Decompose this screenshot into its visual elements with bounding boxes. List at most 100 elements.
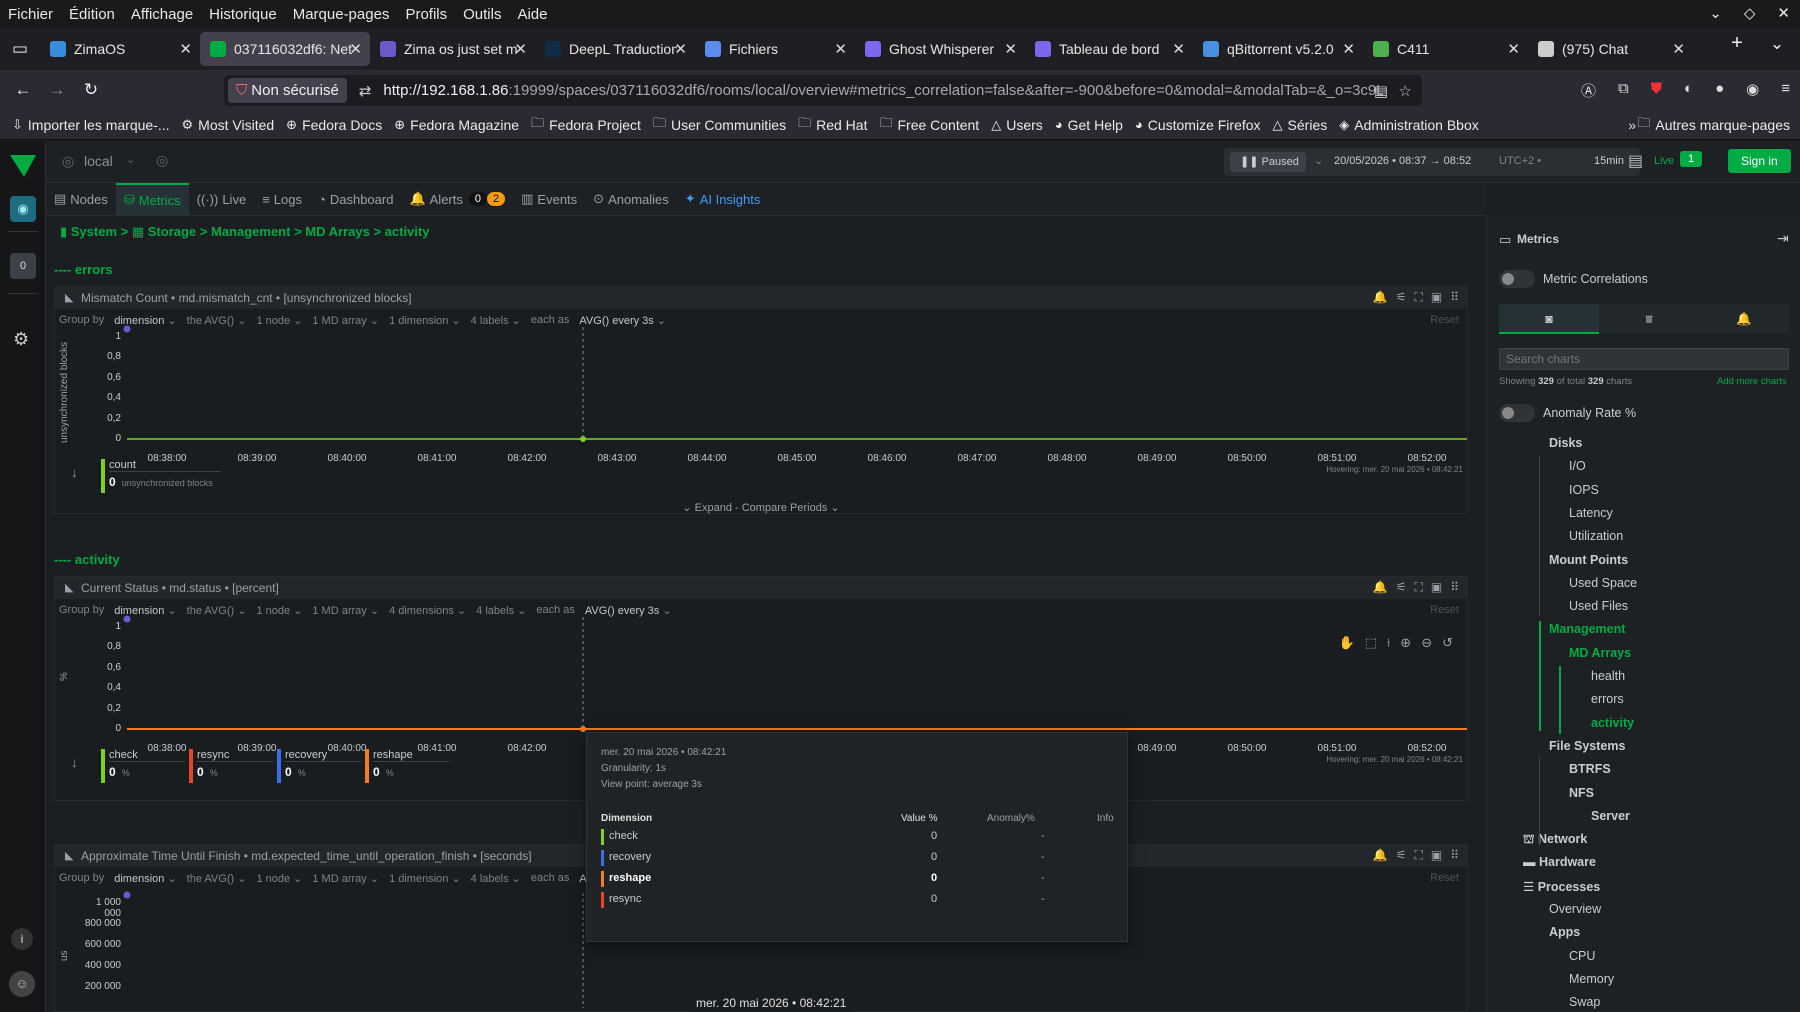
tab-events[interactable]: ▥ Events bbox=[513, 183, 585, 216]
tab-dashboard[interactable]: ◔ Dashboard bbox=[310, 183, 401, 216]
crumb-activity[interactable]: activity bbox=[385, 224, 430, 239]
bookmark-item[interactable]: ◈ Administration Bbox bbox=[1333, 117, 1485, 133]
collapse-panel-icon[interactable]: ⇥ bbox=[1777, 230, 1789, 247]
tab-anomalies[interactable]: ⊙ Anomalies bbox=[585, 183, 677, 216]
tree-item-network[interactable]: ⛫ Network bbox=[1523, 832, 1587, 848]
sort-arrow-icon[interactable]: ↓ bbox=[71, 465, 78, 480]
dimensions-selector[interactable]: 4 dimensions ⌄ bbox=[389, 604, 466, 617]
crumb-management[interactable]: Management bbox=[211, 224, 290, 239]
bookmark-item[interactable]: 🗀 User Communities bbox=[647, 114, 792, 136]
settings-gear-icon[interactable]: ⚙ bbox=[13, 329, 29, 350]
highlight-icon[interactable]: ⟊ bbox=[1387, 635, 1390, 651]
tree-item-processes[interactable]: ☰ Processes bbox=[1523, 879, 1600, 894]
paused-chevron-icon[interactable]: ⌄ bbox=[1314, 154, 1323, 167]
close-tab-icon[interactable]: ✕ bbox=[1172, 40, 1185, 58]
time-aggregation-selector[interactable]: AVG() every 3s ⌄ bbox=[579, 314, 666, 327]
tree-item-management[interactable]: Management bbox=[1549, 622, 1625, 636]
browser-tab[interactable]: qBittorrent v5.2.0 ✕ bbox=[1193, 32, 1363, 66]
close-tab-icon[interactable]: ✕ bbox=[1672, 40, 1685, 58]
pause-button[interactable]: ❚❚ Paused bbox=[1230, 152, 1306, 172]
panel-tab-charts[interactable]: ◙ bbox=[1499, 304, 1599, 334]
forward-icon[interactable]: → bbox=[40, 80, 74, 100]
bell-icon[interactable]: 🔔 bbox=[1373, 848, 1388, 863]
bookmark-item[interactable]: ⊕ Fedora Docs bbox=[280, 117, 388, 133]
tree-item-overview[interactable]: Overview bbox=[1549, 902, 1601, 916]
tree-item-iops[interactable]: IOPS bbox=[1569, 483, 1599, 497]
search-charts-input[interactable] bbox=[1499, 348, 1789, 370]
maximize-icon[interactable]: ◇ bbox=[1744, 4, 1756, 22]
legend-item-resync[interactable]: resync 0% bbox=[189, 749, 273, 783]
menu-profils[interactable]: Profils bbox=[397, 6, 455, 23]
tree-item-md-arrays[interactable]: MD Arrays bbox=[1569, 646, 1631, 660]
minimize-icon[interactable]: ⌄ bbox=[1709, 4, 1722, 22]
aggregation-selector[interactable]: the AVG() ⌄ bbox=[187, 872, 247, 885]
sliders-icon[interactable]: ⚟ bbox=[1396, 580, 1407, 595]
tab-live[interactable]: ((·)) Live bbox=[189, 183, 255, 216]
metric-correlations-toggle[interactable] bbox=[1499, 270, 1535, 288]
add-more-charts-link[interactable]: Add more charts bbox=[1717, 376, 1787, 387]
extension-icon[interactable]: ◐ bbox=[1684, 80, 1693, 101]
select-area-icon[interactable]: ⬚ bbox=[1365, 635, 1377, 651]
dimensions-selector[interactable]: 1 dimension ⌄ bbox=[389, 872, 461, 885]
reset-button[interactable]: Reset bbox=[1430, 872, 1459, 884]
layout-icon[interactable]: ▤ bbox=[1628, 151, 1643, 171]
close-tab-icon[interactable]: ✕ bbox=[834, 40, 847, 58]
panel-tab-filter[interactable]: ⩸ bbox=[1599, 304, 1699, 334]
tree-item-i-o[interactable]: I/O bbox=[1569, 459, 1586, 473]
tree-item-errors[interactable]: errors bbox=[1591, 692, 1624, 706]
menu-outils[interactable]: Outils bbox=[455, 6, 509, 23]
group-by-selector[interactable]: dimension ⌄ bbox=[114, 872, 176, 885]
tree-item-activity[interactable]: activity bbox=[1591, 716, 1634, 730]
pan-hand-icon[interactable]: ✋ bbox=[1338, 635, 1354, 651]
tree-item-apps[interactable]: Apps bbox=[1549, 925, 1580, 939]
tree-item-swap[interactable]: Swap bbox=[1569, 995, 1600, 1009]
fullscreen-icon[interactable]: ⛶ bbox=[1414, 290, 1422, 305]
zoom-in-icon[interactable]: ⊕ bbox=[1400, 635, 1411, 651]
tree-item-memory[interactable]: Memory bbox=[1569, 972, 1614, 986]
url-bar[interactable]: ⛉ Non sécurisé ⇄ http://192.168.1.86:1999… bbox=[224, 75, 1422, 106]
chart-plot[interactable] bbox=[123, 325, 1467, 443]
extension2-icon[interactable]: ● bbox=[1715, 80, 1724, 101]
browser-tab[interactable]: Tableau de bord ✕ bbox=[1025, 32, 1193, 66]
extension3-icon[interactable]: ◉ bbox=[1746, 80, 1759, 101]
bookmark-item[interactable]: △ Séries bbox=[1267, 117, 1334, 133]
dimensions-selector[interactable]: 1 dimension ⌄ bbox=[389, 314, 461, 327]
tree-item-nfs[interactable]: NFS bbox=[1569, 786, 1594, 800]
nodes-selector[interactable]: 1 node ⌄ bbox=[256, 314, 302, 327]
bookmark-star-icon[interactable]: ☆ bbox=[1399, 82, 1412, 100]
labels-selector[interactable]: 4 labels ⌄ bbox=[476, 604, 526, 617]
other-bookmarks[interactable]: 🗀 Autres marque-pages bbox=[1631, 114, 1796, 136]
menu-historique[interactable]: Historique bbox=[201, 6, 285, 23]
tree-item-latency[interactable]: Latency bbox=[1569, 506, 1613, 520]
bookmark-item[interactable]: ⚙ Most Visited bbox=[176, 117, 281, 133]
close-tab-icon[interactable]: ✕ bbox=[1342, 40, 1355, 58]
tree-item-hardware[interactable]: ▬ Hardware bbox=[1523, 855, 1596, 869]
close-tab-icon[interactable]: ✕ bbox=[514, 40, 527, 58]
instances-selector[interactable]: 1 MD array ⌄ bbox=[312, 314, 379, 327]
close-tab-icon[interactable]: ✕ bbox=[179, 40, 192, 58]
tree-item-used-space[interactable]: Used Space bbox=[1569, 576, 1637, 590]
reader-view-icon[interactable]: ▤ bbox=[1374, 82, 1388, 100]
hamburger-menu-icon[interactable]: ≡ bbox=[1781, 80, 1790, 101]
bookmark-item[interactable]: 🗀 Fedora Project bbox=[525, 114, 647, 136]
chart-plot[interactable] bbox=[123, 615, 1467, 733]
browser-tab[interactable]: Fichiers ✕ bbox=[695, 32, 855, 66]
instances-selector[interactable]: 1 MD array ⌄ bbox=[312, 604, 379, 617]
panel-tab-alerts[interactable]: 🔔 bbox=[1699, 304, 1789, 334]
user-avatar-icon[interactable]: ☺ bbox=[9, 971, 35, 997]
tree-item-server[interactable]: Server bbox=[1591, 809, 1630, 823]
group-by-selector[interactable]: dimension ⌄ bbox=[114, 604, 176, 617]
annotation-marker[interactable] bbox=[123, 325, 131, 333]
security-indicator[interactable]: ⛉ Non sécurisé bbox=[228, 78, 347, 103]
anomaly-rate-toggle[interactable] bbox=[1499, 404, 1535, 422]
chevron-down-icon[interactable]: ⌄ bbox=[1760, 34, 1794, 54]
reload-icon[interactable]: ↻ bbox=[74, 80, 108, 100]
menu-marque-pages[interactable]: Marque-pages bbox=[285, 6, 398, 23]
spaces-icon[interactable]: ◉ bbox=[10, 196, 36, 222]
menu-affichage[interactable]: Affichage bbox=[123, 6, 201, 23]
bell-icon[interactable]: 🔔 bbox=[1373, 290, 1388, 305]
expand-compare-button[interactable]: ⌄ Expand - Compare Periods ⌄ bbox=[55, 501, 1467, 514]
bookmark-item[interactable]: ⇩ Importer les marque-... bbox=[6, 117, 176, 133]
reset-button[interactable]: Reset bbox=[1430, 604, 1459, 616]
bookmark-item[interactable]: △ Users bbox=[985, 117, 1049, 133]
